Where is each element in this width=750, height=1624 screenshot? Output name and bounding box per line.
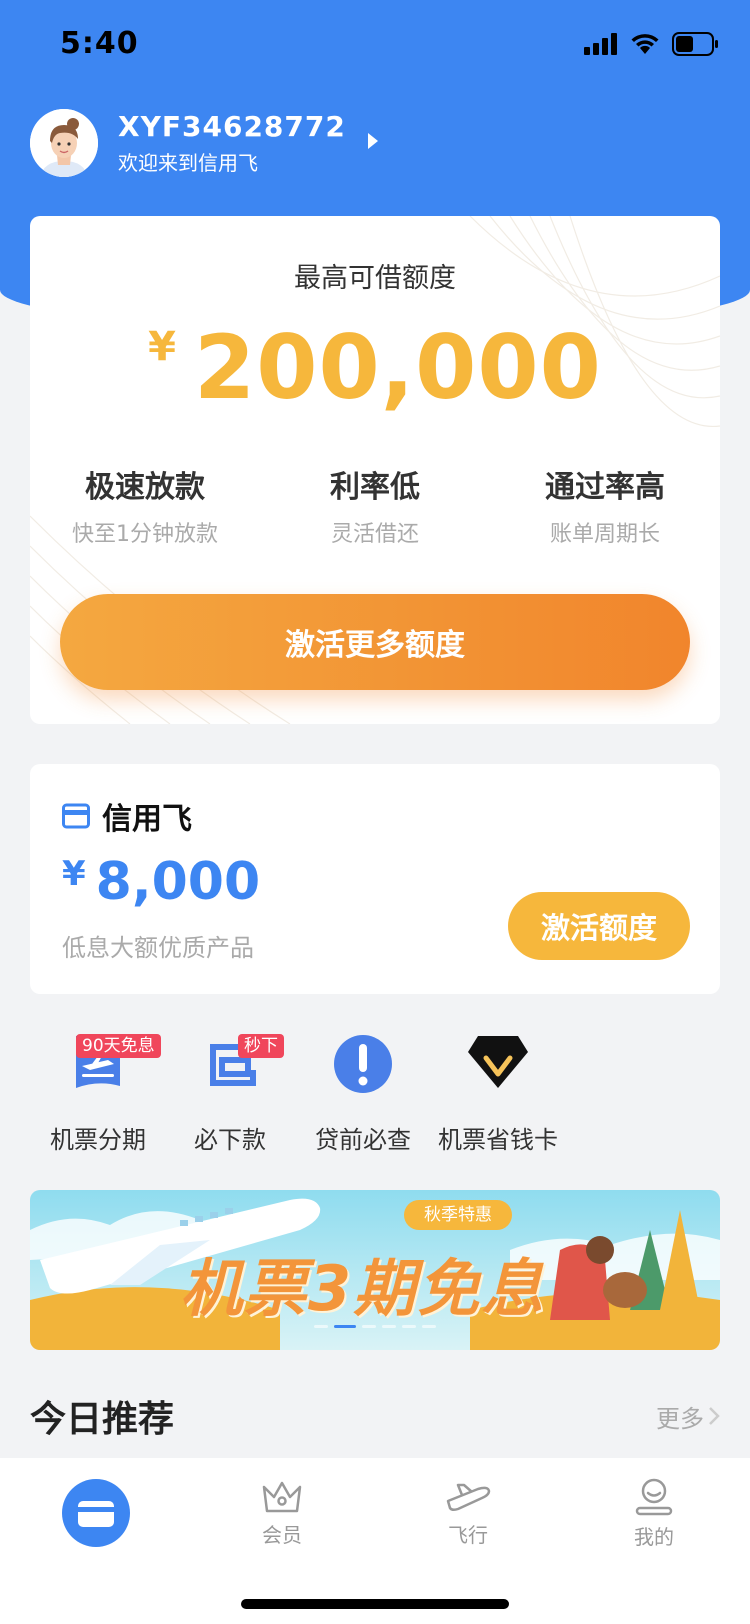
- feature-list: 极速放款 快至1分钟放款 利率低 灵活借还 通过率高 账单周期长: [30, 462, 720, 548]
- more-label: 更多: [656, 1404, 704, 1433]
- tab-home[interactable]: [2, 1458, 190, 1568]
- quota-value: 200,000: [194, 316, 602, 419]
- activate-quota-button[interactable]: 激活额度: [508, 892, 690, 960]
- carousel-dot-active[interactable]: [334, 1325, 356, 1328]
- badge: 90天免息: [76, 1034, 161, 1058]
- tab-label: 我的: [634, 1524, 674, 1549]
- feature-desc: 账单周期长: [549, 522, 660, 547]
- chevron-right-icon: [709, 1407, 720, 1425]
- badge: 秒下: [238, 1034, 284, 1058]
- feature-item: 利率低 灵活借还: [260, 462, 490, 548]
- quota-card: 最高可借额度 ¥200,000 极速放款 快至1分钟放款 利率低 灵活借还 通过…: [30, 216, 720, 724]
- product-desc: 低息大额优质产品: [62, 934, 254, 962]
- username: XYF34628772: [118, 110, 346, 143]
- tab-flight[interactable]: 飞行: [374, 1458, 562, 1568]
- feature-desc: 灵活借还: [330, 522, 419, 547]
- more-link[interactable]: 更多: [656, 1399, 720, 1434]
- promo-banner[interactable]: 秋季特惠 机票3期免息: [30, 1190, 720, 1350]
- product-currency: ¥: [62, 854, 86, 894]
- feature-title: 通过率高: [545, 470, 665, 505]
- crown-icon: [262, 1481, 302, 1512]
- quick-item-label: 机票省钱卡: [438, 1126, 558, 1154]
- quick-item-label: 贷前必查: [315, 1126, 411, 1154]
- product-header: 信用飞: [62, 794, 192, 838]
- diamond-card-icon: [468, 1036, 528, 1088]
- status-icons: [584, 32, 720, 56]
- alert-icon: [334, 1035, 392, 1093]
- product-name: 信用飞: [102, 802, 192, 837]
- carousel-dot[interactable]: [402, 1325, 416, 1328]
- status-bar: 5:40: [0, 0, 750, 90]
- recommend-section-header: 今日推荐 更多: [30, 1390, 720, 1442]
- quick-item-label: 必下款: [194, 1126, 266, 1154]
- quick-item-label: 机票分期: [50, 1126, 146, 1154]
- quick-entries: 90天免息 机票分期 秒下 必下款 贷前必查 机票省钱卡: [30, 1030, 720, 1160]
- quota-amount: ¥200,000: [30, 316, 720, 419]
- tab-label: 会员: [262, 1522, 302, 1547]
- user-profile[interactable]: XYF34628772 欢迎来到信用飞: [30, 108, 380, 178]
- carousel-dot[interactable]: [362, 1325, 376, 1328]
- feature-title: 极速放款: [85, 470, 205, 505]
- feature-item: 通过率高 账单周期长: [490, 462, 720, 548]
- chevron-right-icon[interactable]: [366, 131, 380, 151]
- profile-info: XYF34628772 欢迎来到信用飞: [118, 110, 346, 176]
- quick-item-pre-loan-check[interactable]: 贷前必查: [293, 1030, 433, 1155]
- carousel-dot[interactable]: [422, 1325, 436, 1328]
- signal-icon: [584, 33, 617, 55]
- recommend-title: 今日推荐: [30, 1399, 175, 1440]
- feature-item: 极速放款 快至1分钟放款: [30, 462, 260, 548]
- product-card[interactable]: 信用飞 ¥8,000 低息大额优质产品 激活额度: [30, 764, 720, 994]
- plane-icon: [446, 1483, 491, 1511]
- quick-item-flight-installment[interactable]: 90天免息 机票分期: [28, 1030, 168, 1155]
- banner-title: 机票3期免息: [180, 1252, 546, 1325]
- status-time: 5:40: [60, 26, 139, 61]
- product-amount: ¥8,000: [62, 852, 260, 912]
- home-indicator[interactable]: [241, 1599, 509, 1609]
- quick-item-must-loan[interactable]: 秒下 必下款: [160, 1030, 300, 1155]
- carousel-dot[interactable]: [382, 1325, 396, 1328]
- user-icon: [635, 1478, 673, 1515]
- tab-mine[interactable]: 我的: [560, 1458, 748, 1568]
- carousel-dot[interactable]: [314, 1325, 328, 1328]
- quick-item-flight-saver-card[interactable]: 机票省钱卡: [428, 1030, 568, 1155]
- feature-desc: 快至1分钟放款: [72, 522, 218, 547]
- battery-icon: [672, 32, 718, 56]
- tab-member[interactable]: 会员: [188, 1458, 376, 1568]
- banner-tag: 秋季特惠: [404, 1200, 512, 1230]
- feature-title: 利率低: [330, 470, 420, 505]
- quota-currency: ¥: [148, 324, 177, 370]
- carousel-dots: [30, 1325, 720, 1328]
- welcome-text: 欢迎来到信用飞: [118, 151, 258, 175]
- tab-label: 飞行: [448, 1522, 488, 1547]
- card-icon: [62, 1479, 130, 1547]
- avatar[interactable]: [30, 109, 98, 177]
- wifi-icon: [631, 34, 659, 54]
- card-icon: [62, 803, 90, 829]
- avatar-illustration: [30, 109, 98, 177]
- activate-more-quota-button[interactable]: 激活更多额度: [60, 594, 690, 690]
- quota-title: 最高可借额度: [294, 263, 456, 294]
- product-value: 8,000: [95, 852, 261, 912]
